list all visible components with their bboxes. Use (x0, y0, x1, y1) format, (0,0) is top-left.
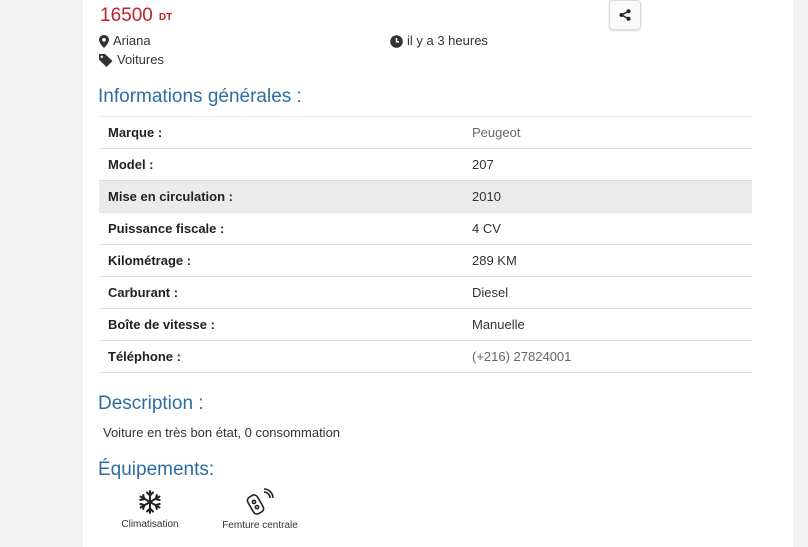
equipment-item: Femture centrale (215, 488, 305, 531)
row-value: Diesel (463, 276, 752, 309)
row-value: 289 KM (463, 244, 752, 277)
row-label: Boîte de vitesse : (99, 308, 463, 341)
table-row: Mise en circulation : 2010 (99, 180, 752, 213)
car-key-remote-icon (246, 488, 274, 515)
location: Ariana (99, 33, 151, 49)
tag-icon (99, 53, 113, 67)
row-label: Kilométrage : (99, 244, 463, 277)
row-value: 4 CV (463, 212, 752, 245)
location-text: Ariana (113, 33, 151, 48)
table-row: Boîte de vitesse : Manuelle (99, 308, 752, 341)
share-button[interactable] (609, 0, 641, 30)
row-value: 207 (463, 148, 752, 181)
row-label: Carburant : (99, 276, 463, 309)
table-row: Puissance fiscale : 4 CV (99, 212, 752, 245)
price-value: 16500 (100, 5, 153, 26)
table-row: Kilométrage : 289 KM (99, 244, 752, 277)
posted-time-text: il y a 3 heures (407, 33, 488, 48)
row-label: Model : (99, 148, 463, 181)
row-value: 2010 (463, 180, 752, 213)
row-label: Puissance fiscale : (99, 212, 463, 245)
equipment-item: Climatisation (105, 489, 195, 530)
table-row: Carburant : Diesel (99, 276, 752, 309)
equipment-label: Femture centrale (222, 520, 298, 531)
category: Voitures (99, 52, 164, 68)
table-row: Model : 207 (99, 148, 752, 181)
row-label: Téléphone : (99, 340, 463, 373)
phone-value[interactable]: (+216) 27824001 (463, 340, 752, 373)
equipment-title: Équipements: (98, 459, 215, 480)
clock-icon (390, 34, 403, 48)
snowflake-icon (139, 490, 161, 514)
posted-time: il y a 3 heures (390, 33, 488, 49)
general-info-title: Informations générales : (98, 86, 302, 107)
equipment-label: Climatisation (121, 519, 179, 530)
table-row: Marque : Peugeot (99, 116, 752, 149)
listing-panel: 16500 DT Ariana il y a 3 heures Voitures (83, 0, 793, 547)
description-title: Description : (98, 393, 204, 414)
table-row: Téléphone : (+216) 27824001 (99, 340, 752, 373)
share-icon (619, 9, 631, 21)
price-currency: DT (158, 12, 173, 23)
price: 16500 DT (100, 5, 172, 29)
category-text: Voitures (117, 52, 164, 67)
general-info-table: Marque : Peugeot Model : 207 Mise en cir… (99, 116, 752, 373)
description-text: Voiture en très bon état, 0 consommation (103, 425, 341, 440)
row-value: Peugeot (463, 116, 752, 149)
row-value: Manuelle (463, 308, 752, 341)
map-marker-icon (99, 34, 109, 48)
row-label: Marque : (99, 116, 463, 149)
row-label: Mise en circulation : (99, 180, 463, 213)
